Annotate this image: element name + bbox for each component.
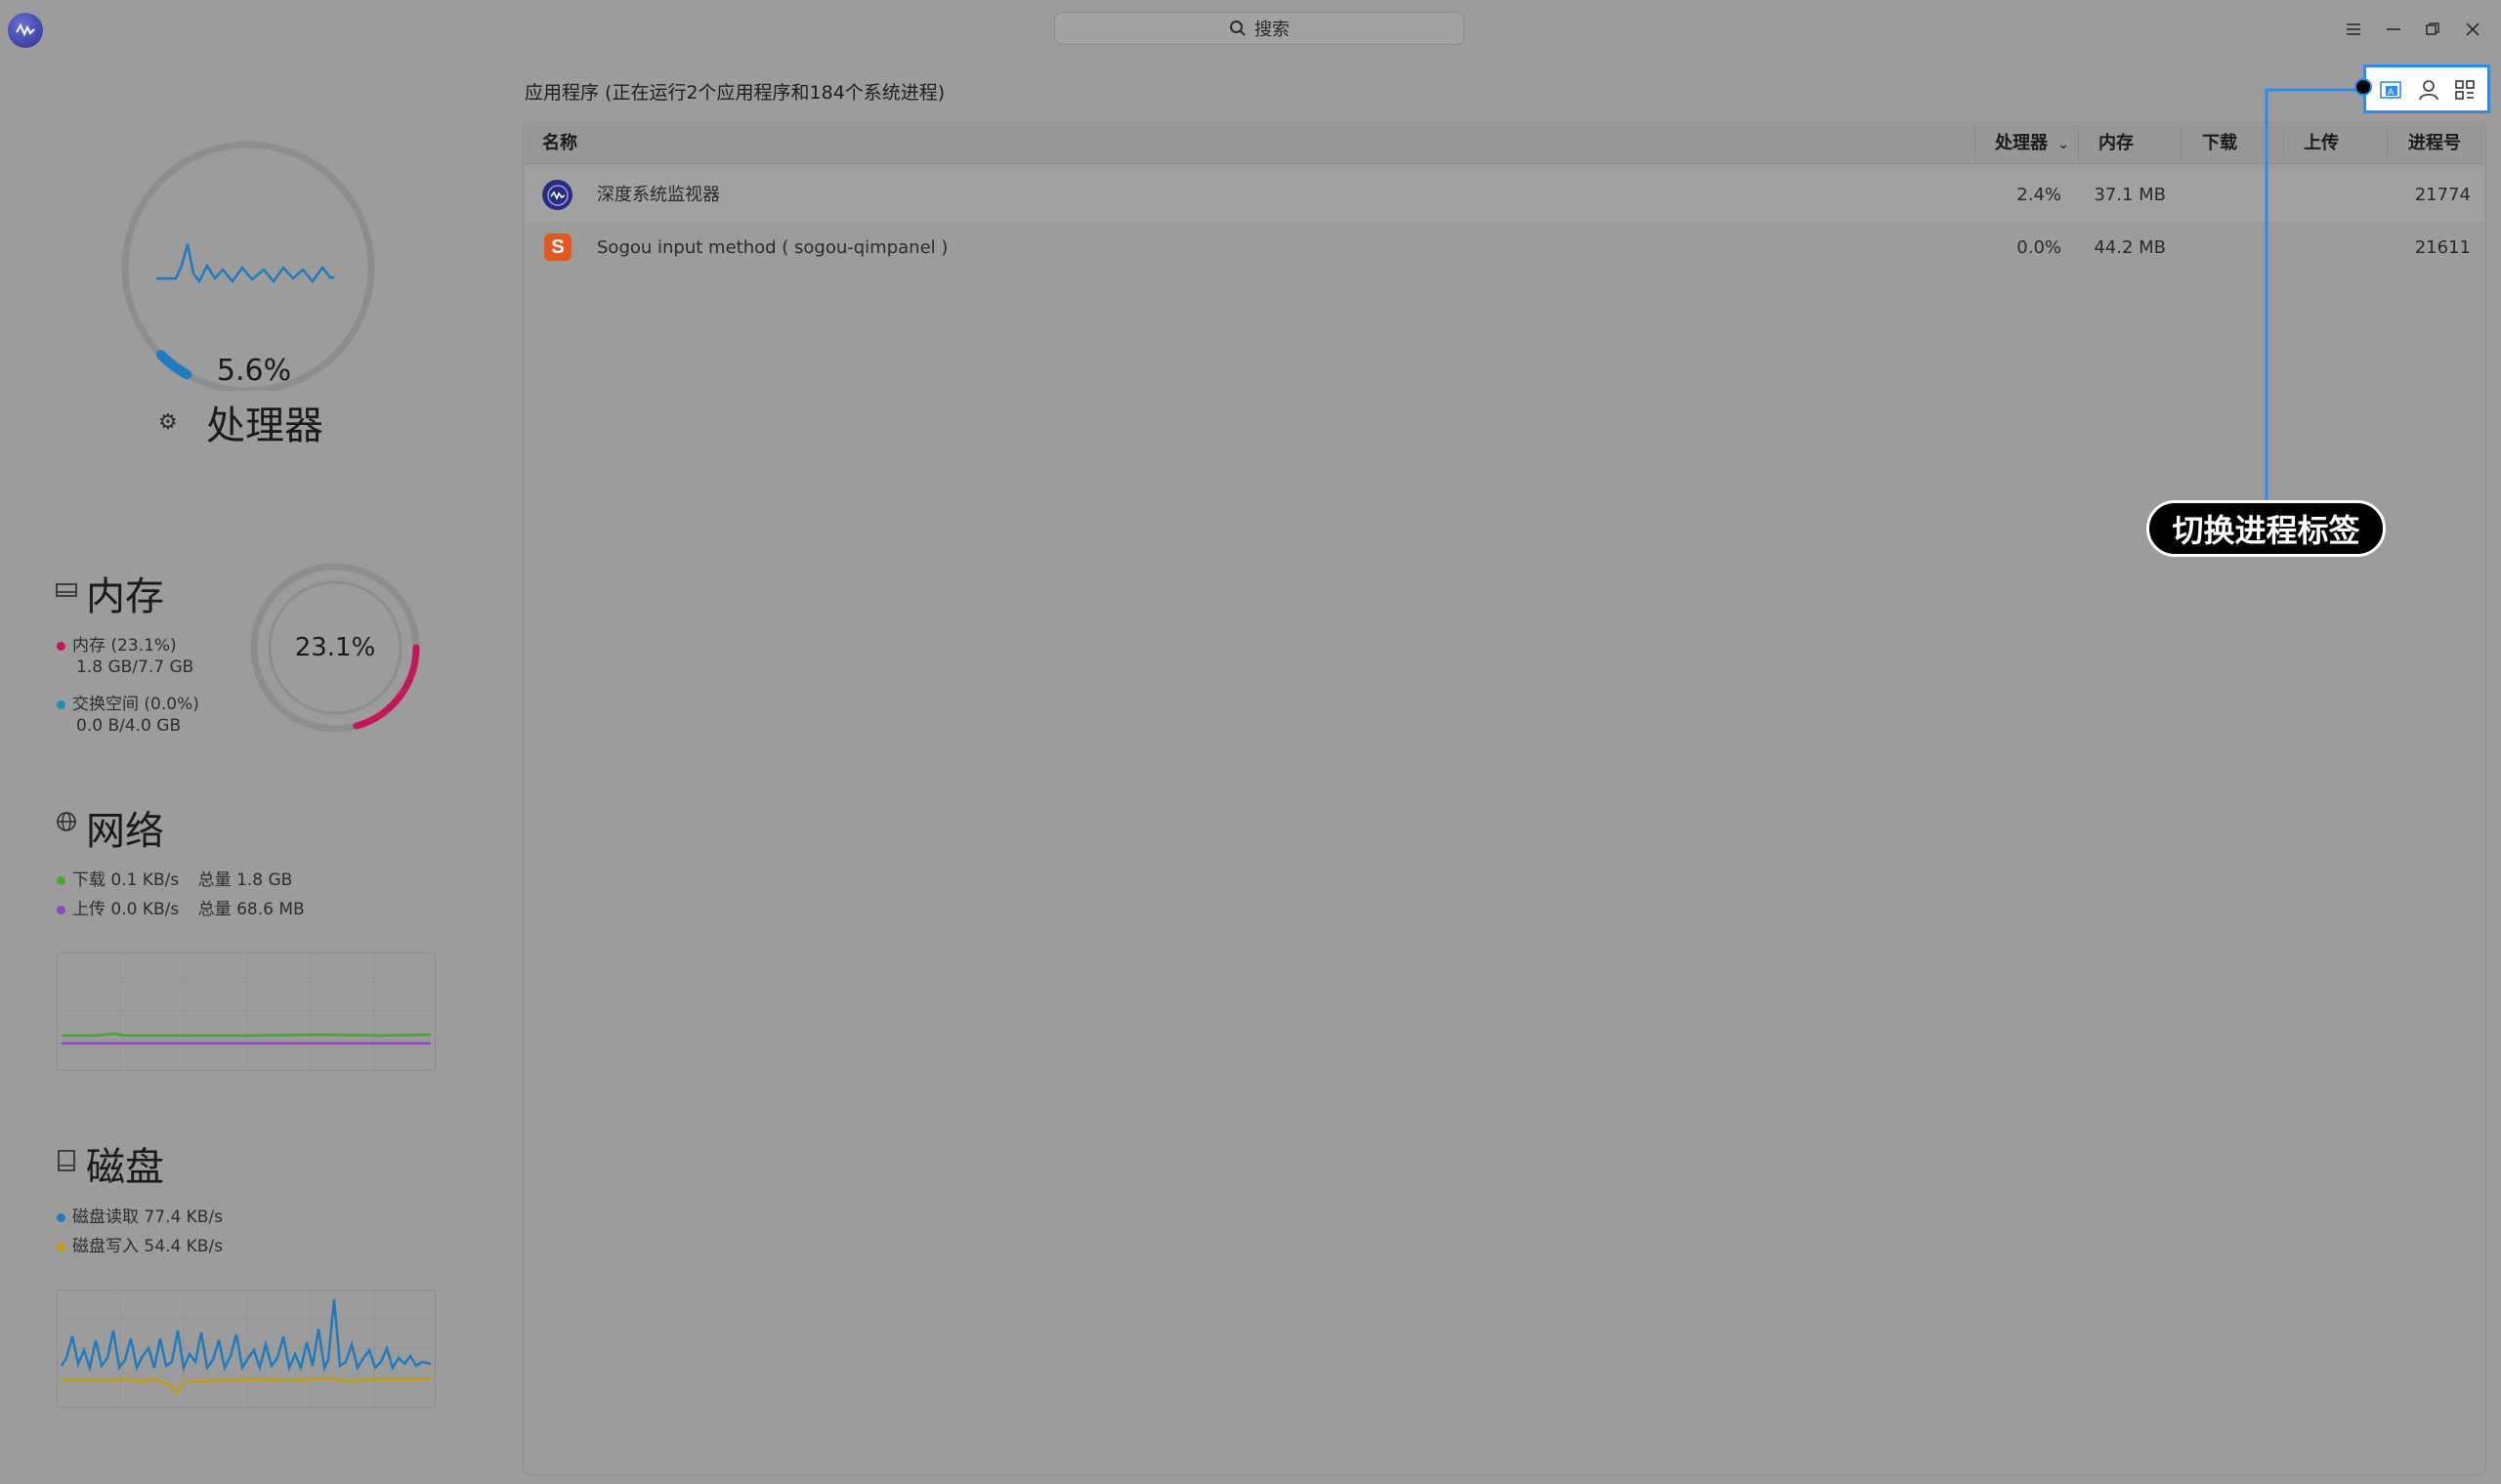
download-total-label: 总量 — [197, 870, 232, 890]
column-header-memory[interactable]: 内存 — [2098, 124, 2134, 163]
download-stat: 下载 0.1 KB/s 总量 1.8 GB — [57, 869, 292, 891]
all-process-tab-icon — [2455, 80, 2475, 100]
network-title: 网络 — [86, 809, 164, 854]
disk-write-label: 磁盘写入 — [72, 1237, 139, 1256]
upload-stat: 上传 0.0 KB/s 总量 68.6 MB — [57, 899, 305, 920]
process-pid: 21774 — [2414, 185, 2471, 205]
process-memory: 44.2 MB — [2094, 237, 2166, 258]
disk-write-line — [62, 1377, 431, 1396]
all-process-tab[interactable] — [2451, 76, 2479, 104]
download-label: 下载 — [72, 870, 106, 890]
user-process-tab[interactable] — [2415, 76, 2442, 104]
cpu-chip-icon: ⚙ — [158, 410, 178, 435]
app-process-tab-icon: A — [2380, 81, 2401, 99]
callout-label: 切换进程标签 — [2146, 500, 2386, 557]
process-name: 深度系统监视器 — [597, 185, 720, 205]
upload-speed: 0.0 KB/s — [110, 900, 180, 919]
memory-usage-stat: 内存 (23.1%) 1.8 GB/7.7 GB — [57, 635, 193, 678]
app-process-tab[interactable]: A — [2377, 76, 2404, 104]
cpu-gauge — [121, 141, 375, 391]
download-speed: 0.1 KB/s — [110, 870, 180, 890]
cpu-history-line — [156, 243, 334, 284]
cpu-percent: 5.6% — [216, 354, 292, 388]
download-line — [62, 1032, 432, 1038]
globe-icon — [56, 811, 77, 838]
column-header-download[interactable]: 下载 — [2202, 124, 2237, 163]
memory-title: 内存 — [86, 574, 164, 619]
process-memory: 37.1 MB — [2094, 185, 2166, 205]
callout-connector — [2265, 88, 2364, 503]
deepin-monitor-icon — [542, 180, 572, 210]
column-header-cpu-label: 处理器 — [1995, 133, 2048, 153]
process-table — [523, 122, 2486, 1475]
memory-label: 内存 (23.1%) — [72, 636, 177, 656]
process-name: Sogou input method ( sogou-qimpanel ) — [597, 237, 949, 258]
column-header-cpu[interactable]: 处理器 ⌄ — [1995, 124, 2069, 163]
restore-icon — [2426, 22, 2439, 35]
process-cpu: 0.0% — [2016, 237, 2061, 258]
disk-read-stat: 磁盘读取 77.4 KB/s — [57, 1207, 223, 1228]
search-icon — [1230, 21, 1246, 36]
memory-icon — [56, 580, 77, 605]
disk-write-stat: 磁盘写入 54.4 KB/s — [57, 1236, 223, 1257]
memory-detail: 1.8 GB/7.7 GB — [76, 657, 194, 677]
callout-dot — [2354, 78, 2372, 96]
column-header-pid[interactable]: 进程号 — [2408, 124, 2461, 163]
minimize-button[interactable] — [2381, 17, 2406, 42]
memory-percent: 23.1% — [294, 633, 376, 662]
close-button[interactable] — [2460, 17, 2485, 42]
upload-total: 68.6 MB — [236, 900, 305, 919]
swap-label: 交换空间 (0.0%) — [72, 695, 199, 714]
restore-button[interactable] — [2420, 17, 2445, 42]
svg-text:A: A — [2388, 87, 2394, 97]
disk-title: 磁盘 — [86, 1145, 164, 1190]
search-placeholder: 搜索 — [1254, 20, 1290, 40]
menu-icon — [2347, 23, 2360, 35]
disk-read-label: 磁盘读取 — [72, 1208, 139, 1227]
disk-icon — [56, 1150, 77, 1177]
disk-graph — [57, 1290, 436, 1408]
process-tab-switcher: A — [2363, 64, 2490, 113]
table-row[interactable]: S Sogou input method ( sogou-qimpanel ) … — [525, 222, 2484, 274]
app-logo-icon[interactable] — [8, 13, 43, 48]
menu-button[interactable] — [2341, 17, 2366, 42]
download-total: 1.8 GB — [236, 870, 293, 890]
cpu-usage-arc — [155, 350, 192, 380]
process-cpu: 2.4% — [2016, 185, 2061, 205]
close-icon — [2466, 22, 2480, 36]
network-graph — [57, 953, 436, 1071]
process-pid: 21611 — [2414, 237, 2471, 258]
disk-read-line — [60, 1298, 432, 1373]
disk-read-speed: 77.4 KB/s — [144, 1208, 224, 1227]
disk-write-speed: 54.4 KB/s — [144, 1237, 224, 1256]
swap-usage-stat: 交换空间 (0.0%) 0.0 B/4.0 GB — [57, 694, 199, 737]
table-row[interactable]: 深度系统监视器 2.4% 37.1 MB 21774 — [525, 169, 2484, 221]
upload-total-label: 总量 — [197, 900, 232, 919]
column-header-name[interactable]: 名称 — [542, 124, 577, 163]
process-summary: 应用程序 (正在运行2个应用程序和184个系统进程) — [525, 82, 946, 104]
user-process-tab-icon — [2419, 80, 2438, 101]
swap-detail: 0.0 B/4.0 GB — [76, 716, 182, 736]
search-input[interactable]: 搜索 — [1054, 12, 1464, 45]
cpu-title: 处理器 — [206, 403, 323, 448]
upload-label: 上传 — [72, 900, 106, 919]
minimize-icon — [2387, 28, 2400, 30]
chevron-down-icon: ⌄ — [2057, 137, 2070, 152]
sogou-icon: S — [544, 233, 572, 261]
table-header: 名称 处理器 ⌄ 内存 下载 上传 进程号 — [525, 124, 2484, 164]
